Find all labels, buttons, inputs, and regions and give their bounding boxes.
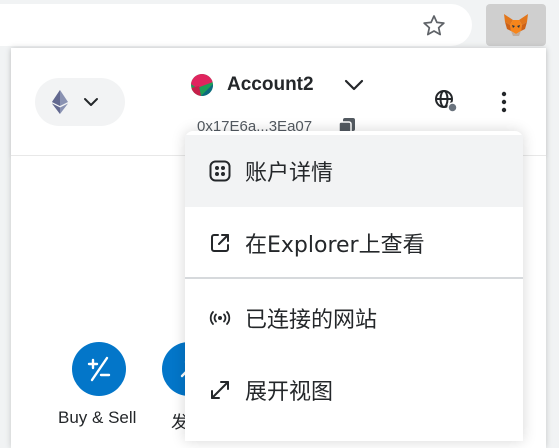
menu-item-connected-sites[interactable]: 已连接的网站 — [185, 282, 523, 354]
account-name[interactable]: Account2 — [227, 72, 314, 98]
buy-sell-button[interactable] — [72, 342, 126, 396]
address-bar[interactable] — [0, 4, 472, 46]
expand-view-icon — [211, 381, 229, 399]
menu-item-label: 已连接的网站 — [245, 308, 378, 333]
network-selector[interactable] — [35, 78, 125, 126]
menu-item-label: 账户详情 — [245, 161, 334, 186]
account-avatar[interactable] — [191, 74, 213, 96]
bookmark-star-icon[interactable] — [421, 13, 447, 39]
menu-item-account-details[interactable]: 账户详情 — [185, 135, 523, 207]
metamask-extension-button[interactable] — [486, 4, 546, 46]
account-details-icon — [209, 160, 231, 182]
connected-sites-icon — [209, 311, 231, 325]
menu-item-label: 展开视图 — [245, 380, 334, 405]
metamask-fox-icon — [504, 14, 528, 36]
chevron-down-icon[interactable] — [344, 78, 364, 92]
browser-toolbar — [0, 0, 559, 50]
ethereum-icon — [52, 90, 68, 114]
buy-sell-icon — [87, 356, 111, 382]
external-link-icon — [211, 234, 229, 252]
menu-item-expand-view[interactable]: 展开视图 — [185, 354, 523, 426]
account-options-menu: 账户详情 在Explorer上查看 已连接的网站 展开视图 — [185, 131, 523, 441]
menu-item-label: 在Explorer上查看 — [245, 233, 425, 258]
menu-item-view-on-explorer[interactable]: 在Explorer上查看 — [185, 207, 523, 279]
buy-sell-label: Buy & Sell — [58, 408, 137, 427]
connected-globe-icon[interactable] — [433, 88, 459, 114]
more-options-icon[interactable] — [497, 90, 511, 114]
menu-divider — [185, 277, 523, 279]
chevron-down-icon — [84, 98, 98, 106]
